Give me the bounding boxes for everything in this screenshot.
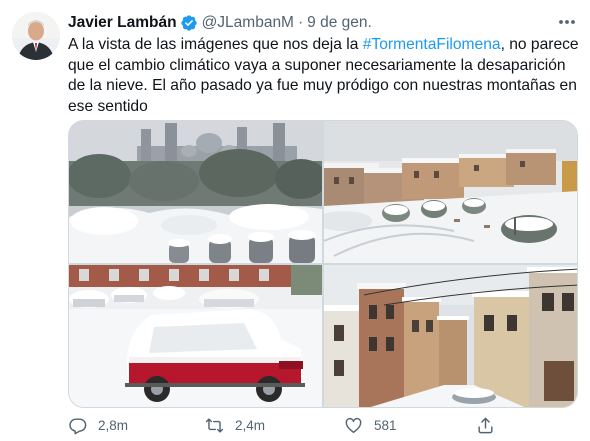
reply-count: 2,8m bbox=[98, 417, 129, 433]
tweet-header: Javier Lambán @JLambanM · 9 de gen. bbox=[68, 12, 372, 34]
media-grid bbox=[68, 120, 578, 408]
tweet-text-line-3: de la nieve. El año pasado ya fue muy pr… bbox=[68, 77, 577, 95]
share-button[interactable] bbox=[476, 414, 506, 436]
tweet[interactable]: Javier Lambán @JLambanM · 9 de gen. A la… bbox=[0, 0, 590, 441]
tweet-text-line-4: ese sentido bbox=[68, 97, 148, 115]
tweet-text-line-1: A la vista de las imágenes que nos deja … bbox=[68, 35, 579, 56]
action-bar: 2,8m 2,4m 581 bbox=[68, 414, 578, 436]
tweet-text: A la vista de las imágenes que nos deja … bbox=[68, 35, 579, 117]
heart-icon bbox=[345, 417, 362, 433]
like-count: 581 bbox=[374, 417, 397, 433]
photo-snowy-street[interactable] bbox=[324, 265, 577, 407]
reply-icon bbox=[69, 417, 87, 434]
header-separator: · bbox=[297, 14, 304, 31]
author-handle[interactable]: @JLambanM bbox=[202, 14, 294, 32]
avatar[interactable] bbox=[12, 12, 60, 60]
tweet-text-segment: , no parece bbox=[500, 36, 579, 53]
retweet-icon bbox=[205, 417, 224, 433]
verified-badge-icon bbox=[180, 15, 197, 31]
tweet-text-line-2: que el cambio climático vaya a suponer n… bbox=[68, 56, 566, 74]
hashtag-link[interactable]: #TormentaFilomena bbox=[363, 36, 501, 53]
photo-basilica-snow[interactable] bbox=[69, 121, 322, 263]
like-button[interactable]: 581 bbox=[344, 414, 397, 436]
reply-button[interactable]: 2,8m bbox=[68, 414, 128, 436]
retweet-button[interactable]: 2,4m bbox=[205, 414, 265, 436]
photo-snowy-car[interactable] bbox=[69, 265, 322, 407]
tweet-text-segment: A la vista de las imágenes que nos deja … bbox=[68, 36, 363, 53]
avatar-image bbox=[12, 12, 60, 60]
retweet-count: 2,4m bbox=[235, 417, 266, 433]
author-name[interactable]: Javier Lambán bbox=[68, 14, 177, 32]
photo-snowy-square[interactable] bbox=[324, 121, 577, 263]
more-options-icon[interactable] bbox=[556, 12, 578, 32]
tweet-date[interactable]: 9 de gen. bbox=[307, 14, 372, 32]
share-icon bbox=[478, 417, 493, 433]
